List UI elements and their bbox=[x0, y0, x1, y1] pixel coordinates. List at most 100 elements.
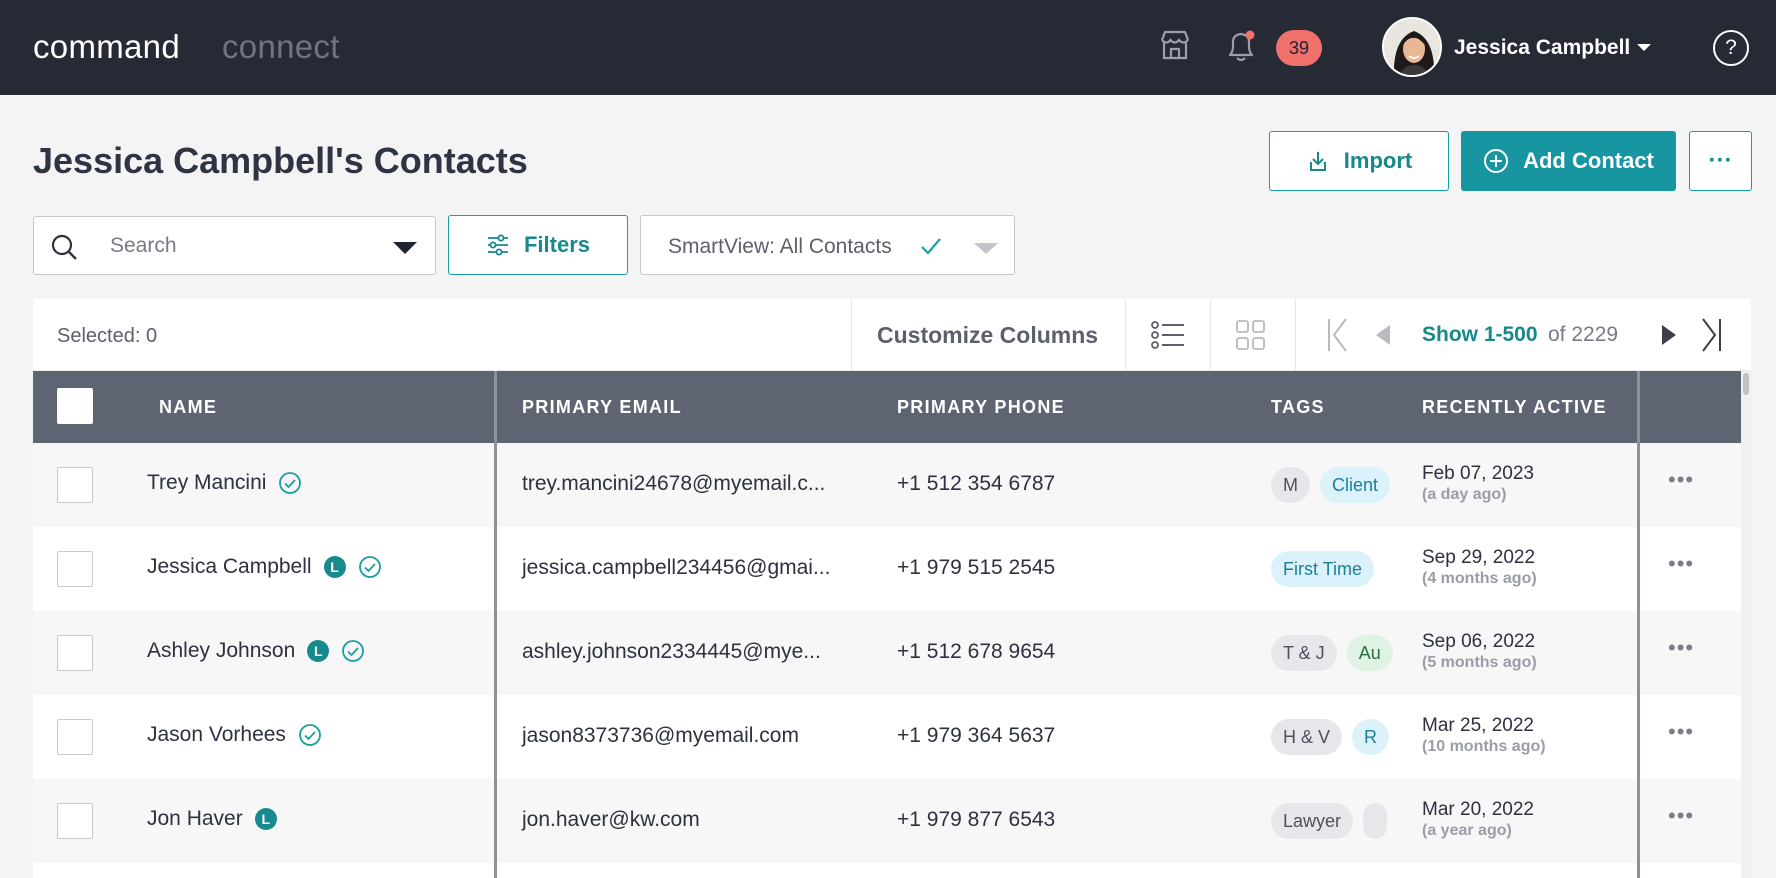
row-more-icon[interactable]: ••• bbox=[1668, 719, 1694, 745]
search-box bbox=[33, 216, 436, 275]
download-icon bbox=[1309, 152, 1326, 171]
user-name[interactable]: Jessica Campbell bbox=[1454, 36, 1630, 60]
filters-button[interactable]: Filters bbox=[448, 215, 628, 275]
user-menu-caret-icon[interactable] bbox=[1637, 44, 1651, 51]
tag-chip[interactable]: First Time bbox=[1271, 551, 1374, 587]
row-checkbox[interactable] bbox=[57, 467, 93, 503]
table-header: NAME PRIMARY EMAIL PRIMARY PHONE TAGS RE… bbox=[33, 371, 1741, 443]
tag-chip[interactable]: T & J bbox=[1271, 635, 1337, 671]
table-row[interactable]: Jon Haver L jon.haver@kw.com +1 979 877 … bbox=[33, 779, 1741, 863]
contact-name-cell: Ashley Johnson L bbox=[147, 639, 365, 663]
table-scrollbar[interactable] bbox=[1741, 371, 1751, 878]
avatar-photo bbox=[1384, 19, 1440, 75]
contact-tags: First Time bbox=[1271, 551, 1409, 589]
recently-active-date: Mar 25, 2022 bbox=[1422, 715, 1534, 736]
top-nav-bar: command connect 39 Jessica Campbell ? bbox=[0, 0, 1776, 95]
table-row[interactable]: Ashley Johnson L ashley.johnson2334445@m… bbox=[33, 611, 1741, 695]
brand-command[interactable]: command bbox=[33, 28, 180, 66]
row-more-icon[interactable]: ••• bbox=[1668, 803, 1694, 829]
contact-name[interactable]: Jessica Campbell bbox=[147, 555, 312, 579]
recently-active-date: Sep 06, 2022 bbox=[1422, 631, 1536, 652]
column-header-tags[interactable]: TAGS bbox=[1271, 397, 1325, 418]
toolbar-divider bbox=[1295, 299, 1296, 371]
row-checkbox[interactable] bbox=[57, 719, 93, 755]
tag-chip[interactable] bbox=[1363, 803, 1388, 839]
table-row[interactable]: Jason Vorhees jason8373736@myemail.com +… bbox=[33, 695, 1741, 779]
smartview-label: SmartView: All Contacts bbox=[668, 235, 892, 258]
add-contact-button[interactable]: Add Contact bbox=[1461, 131, 1676, 191]
pagination-total: of 2229 bbox=[1548, 323, 1619, 346]
notification-count-badge[interactable]: 39 bbox=[1276, 30, 1322, 66]
row-more-icon[interactable]: ••• bbox=[1668, 467, 1694, 493]
contact-phone[interactable]: +1 512 678 9654 bbox=[897, 640, 1055, 664]
contact-name-cell: Trey Mancini bbox=[147, 471, 302, 495]
filters-label: Filters bbox=[523, 232, 591, 257]
contact-name-cell: Jessica Campbell L bbox=[147, 555, 382, 579]
page-title: Jessica Campbell's Contacts bbox=[33, 140, 528, 181]
contact-phone[interactable]: +1 512 354 6787 bbox=[897, 472, 1055, 496]
customize-columns-button[interactable]: Customize Columns bbox=[877, 322, 1098, 349]
next-page-icon[interactable] bbox=[1660, 324, 1678, 346]
contact-email[interactable]: jessica.campbell234456@gmai... bbox=[522, 556, 830, 580]
recently-active-ago: (4 months ago) bbox=[1422, 570, 1537, 587]
row-checkbox[interactable] bbox=[57, 803, 93, 839]
search-input[interactable] bbox=[110, 229, 350, 263]
bell-icon[interactable] bbox=[1224, 28, 1258, 64]
contact-name[interactable]: Ashley Johnson bbox=[147, 639, 295, 663]
contact-name-cell: Jon Haver L bbox=[147, 807, 277, 831]
contact-tags: Lawyer bbox=[1271, 803, 1409, 841]
table-row[interactable]: Jessica Campbell L jessica.campbell23445… bbox=[33, 527, 1741, 611]
tag-chip[interactable]: H & V bbox=[1271, 719, 1343, 755]
column-header-email[interactable]: PRIMARY EMAIL bbox=[522, 397, 682, 418]
list-view-icon[interactable] bbox=[1151, 319, 1185, 351]
actions-column-divider bbox=[1637, 371, 1640, 878]
contact-phone[interactable]: +1 979 877 6543 bbox=[897, 808, 1055, 832]
contact-name[interactable]: Jason Vorhees bbox=[147, 723, 286, 747]
contact-tags: H & V R bbox=[1271, 719, 1409, 757]
contact-email[interactable]: jon.haver@kw.com bbox=[522, 808, 700, 832]
brand-connect[interactable]: connect bbox=[222, 28, 340, 66]
search-dropdown-caret-icon[interactable] bbox=[393, 242, 417, 254]
toolbar-divider bbox=[1210, 299, 1211, 371]
contact-name[interactable]: Jon Haver bbox=[147, 807, 243, 831]
row-more-icon[interactable]: ••• bbox=[1668, 551, 1694, 577]
row-checkbox[interactable] bbox=[57, 551, 93, 587]
help-icon[interactable]: ? bbox=[1713, 30, 1749, 66]
contact-phone[interactable]: +1 979 364 5637 bbox=[897, 724, 1055, 748]
tag-chip[interactable]: M bbox=[1271, 467, 1310, 503]
store-icon[interactable] bbox=[1158, 28, 1192, 62]
lead-badge: L bbox=[307, 640, 330, 662]
smartview-select[interactable]: SmartView: All Contacts bbox=[640, 215, 1015, 275]
last-page-icon[interactable] bbox=[1699, 317, 1723, 353]
table-row[interactable]: Trey Mancini trey.mancini24678@myemail.c… bbox=[33, 443, 1741, 527]
user-avatar[interactable] bbox=[1382, 17, 1442, 77]
contact-phone[interactable]: +1 979 515 2545 bbox=[897, 556, 1055, 580]
search-icon bbox=[51, 234, 77, 260]
verified-check-icon bbox=[342, 640, 365, 662]
column-header-name[interactable]: NAME bbox=[159, 397, 217, 418]
lead-badge: L bbox=[323, 556, 346, 578]
previous-page-icon[interactable] bbox=[1374, 324, 1392, 346]
contact-email[interactable]: ashley.johnson2334445@mye... bbox=[522, 640, 821, 664]
recently-active-ago: (a day ago) bbox=[1422, 486, 1507, 503]
verified-check-icon bbox=[299, 724, 321, 746]
scrollbar-thumb[interactable] bbox=[1743, 373, 1749, 395]
contact-email[interactable]: trey.mancini24678@myemail.c... bbox=[522, 472, 825, 496]
tag-chip[interactable]: Au bbox=[1346, 635, 1393, 671]
select-all-checkbox[interactable] bbox=[57, 388, 93, 424]
more-actions-button[interactable]: ··· bbox=[1689, 131, 1752, 191]
column-header-phone[interactable]: PRIMARY PHONE bbox=[897, 397, 1065, 418]
tag-chip[interactable]: Lawyer bbox=[1271, 803, 1354, 839]
smartview-caret-icon[interactable] bbox=[974, 243, 998, 254]
row-more-icon[interactable]: ••• bbox=[1668, 635, 1694, 661]
recently-active-ago: (a year ago) bbox=[1422, 822, 1512, 839]
tag-chip[interactable]: Client bbox=[1320, 467, 1391, 503]
row-checkbox[interactable] bbox=[57, 635, 93, 671]
import-button[interactable]: Import bbox=[1269, 131, 1449, 191]
tag-chip[interactable]: R bbox=[1352, 719, 1390, 755]
contact-name[interactable]: Trey Mancini bbox=[147, 471, 266, 495]
grid-view-icon[interactable] bbox=[1236, 319, 1266, 351]
column-header-recently-active[interactable]: RECENTLY ACTIVE bbox=[1422, 397, 1607, 418]
first-page-icon[interactable] bbox=[1326, 317, 1350, 353]
contact-email[interactable]: jason8373736@myemail.com bbox=[522, 724, 799, 748]
